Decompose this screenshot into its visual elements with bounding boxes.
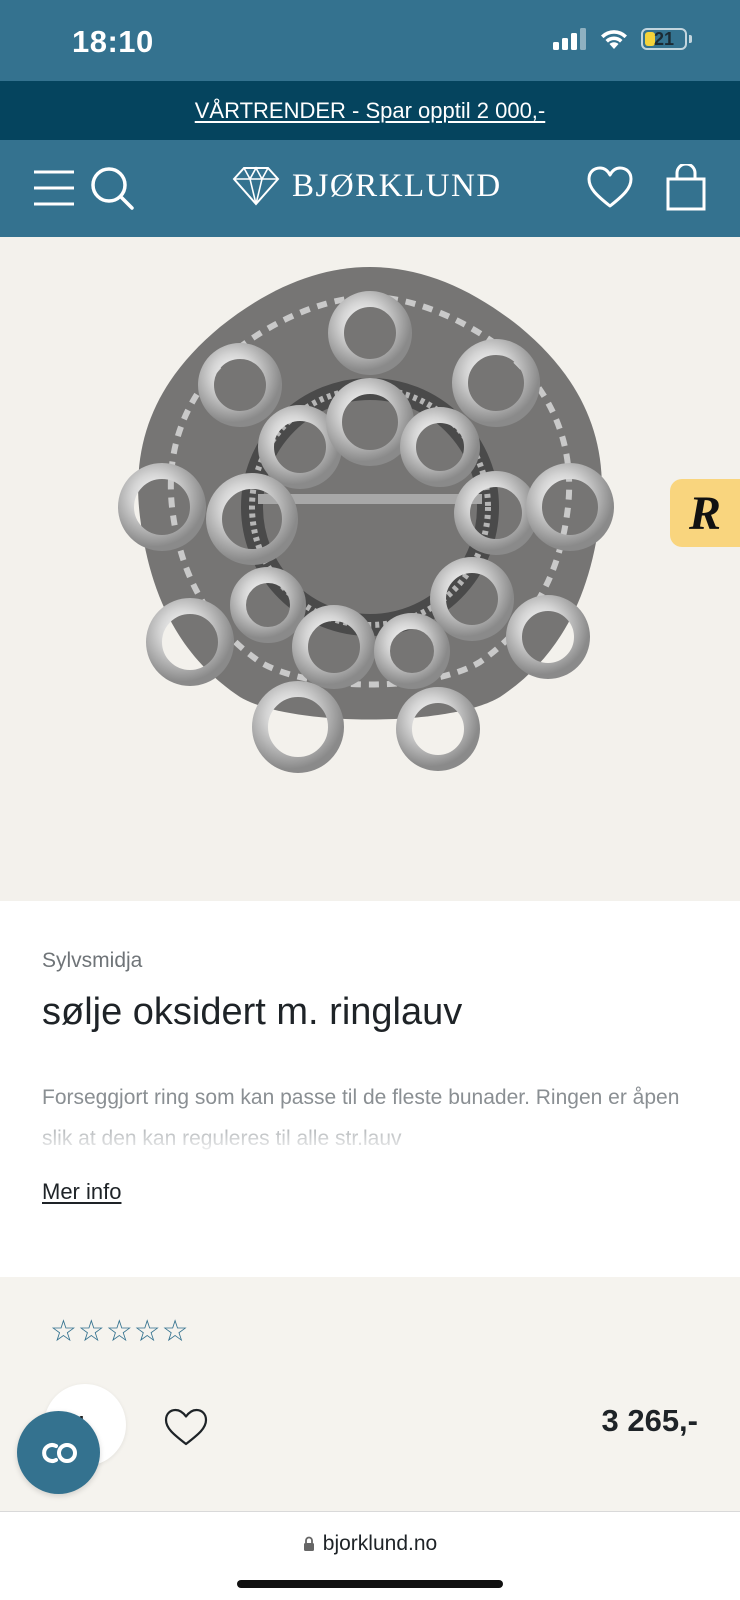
status-icons: 21 — [553, 28, 692, 50]
product-brand[interactable]: Sylvsmidja — [42, 949, 142, 973]
status-bar: 18:10 21 — [0, 0, 740, 81]
heart-icon[interactable] — [586, 164, 634, 212]
product-info: Sylvsmidja sølje oksidert m. ringlauv Fo… — [0, 901, 740, 1277]
promo-link[interactable]: VÅRTRENDER - Spar opptil 2 000,- — [195, 98, 546, 124]
product-price: 3 265,- — [601, 1403, 698, 1438]
home-indicator[interactable] — [237, 1580, 503, 1588]
wifi-icon — [601, 30, 627, 49]
site-header: BJØRKLUND — [0, 140, 740, 237]
product-image[interactable] — [0, 237, 740, 901]
cellular-signal-icon — [553, 28, 586, 50]
battery-icon: 21 — [641, 28, 687, 50]
search-icon[interactable] — [88, 164, 136, 212]
star-icon: ☆ — [77, 1315, 105, 1348]
purchase-panel: ☆ ☆ ☆ ☆ ☆ 1 3 265,- — [0, 1277, 740, 1511]
star-icon: ☆ — [161, 1315, 189, 1348]
lock-icon — [303, 1536, 314, 1551]
status-time: 18:10 — [72, 24, 154, 59]
promo-bar: VÅRTRENDER - Spar opptil 2 000,- — [0, 81, 740, 140]
shopping-bag-icon[interactable] — [662, 164, 710, 212]
star-icon: ☆ — [105, 1315, 133, 1348]
brooch-image — [118, 267, 614, 773]
logo-text: BJØRKLUND — [292, 167, 502, 204]
more-info-link[interactable]: Mer info — [42, 1179, 121, 1205]
battery-tip — [689, 35, 692, 43]
r-badge[interactable]: R — [670, 479, 740, 547]
menu-icon[interactable] — [30, 164, 78, 212]
url-text: bjorklund.no — [322, 1532, 438, 1555]
battery-level: 21 — [653, 28, 675, 49]
diamond-logo-icon — [232, 166, 280, 206]
url-display[interactable]: bjorklund.no — [0, 1532, 740, 1556]
site-logo[interactable]: BJØRKLUND — [232, 166, 502, 206]
browser-url-bar[interactable]: bjorklund.no — [0, 1511, 740, 1600]
chat-button[interactable] — [17, 1411, 100, 1494]
product-title: sølje oksidert m. ringlauv — [42, 991, 463, 1033]
rating-stars[interactable]: ☆ ☆ ☆ ☆ ☆ — [50, 1317, 189, 1347]
chat-logo-icon — [41, 1442, 77, 1463]
wishlist-heart-icon[interactable] — [163, 1407, 209, 1447]
star-icon: ☆ — [133, 1315, 161, 1348]
star-icon: ☆ — [50, 1315, 77, 1348]
product-description: Forseggjort ring som kan passe til de fl… — [42, 1077, 692, 1157]
